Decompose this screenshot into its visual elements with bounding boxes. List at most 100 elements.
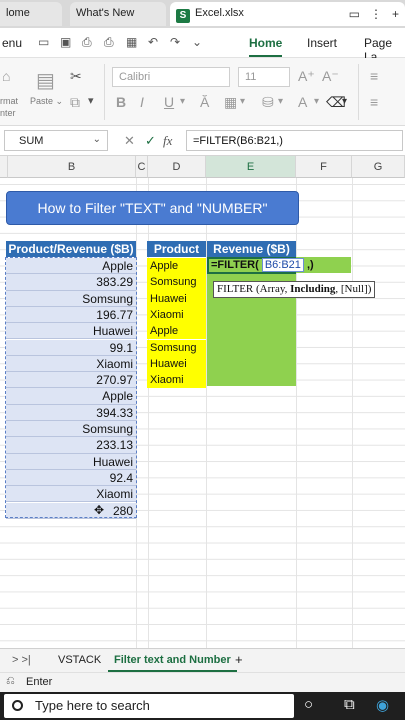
title-banner: How to Filter "TEXT" and "NUMBER"	[6, 191, 299, 225]
macro-icon[interactable]: ⎌	[6, 675, 15, 688]
italic-icon[interactable]: I	[140, 94, 144, 110]
name-box[interactable]: SUM ⌄	[4, 130, 108, 151]
column-header-c[interactable]: C	[136, 156, 148, 178]
tab-excel-file[interactable]: S Excel.xlsx ▭ ⋮ +	[170, 2, 405, 26]
active-cell-e6[interactable]: =FILTER( B6:B21 ,)	[207, 257, 314, 274]
confirm-icon[interactable]: ✓	[145, 133, 156, 149]
range-reference: B6:B21	[261, 258, 304, 272]
table-b-header[interactable]: Product/Revenue ($B)	[6, 241, 136, 257]
tab-home[interactable]: Home	[249, 36, 283, 57]
ribbon-separator	[104, 64, 105, 120]
chevron-down-icon[interactable]: ⌄	[93, 134, 101, 145]
font-color-dropdown-icon[interactable]: ▾	[314, 96, 319, 107]
copy-icon[interactable]: ⧉	[70, 94, 80, 111]
column-header-g[interactable]: G	[352, 156, 405, 178]
align-left-icon[interactable]: ≡	[370, 94, 378, 110]
column-header-f[interactable]: F	[296, 156, 352, 178]
folder-icon[interactable]: ▭	[38, 35, 49, 49]
tab-label: What's New	[76, 7, 135, 19]
table-e-header[interactable]: Revenue ($B)	[207, 241, 296, 257]
grid-line	[296, 178, 297, 648]
task-view-icon[interactable]: ⧉	[344, 696, 355, 713]
tooltip-current-arg: Including	[290, 283, 336, 295]
table-d-cell[interactable]: Somsung	[147, 274, 206, 291]
column-header-d[interactable]: D	[148, 156, 206, 178]
screen-icon[interactable]: ▭	[349, 7, 360, 21]
table-d-cell[interactable]: Huawei	[147, 355, 206, 373]
taskbar-search-input[interactable]: Type here to search	[4, 694, 294, 718]
sheet-nav-buttons[interactable]: > >|	[12, 654, 31, 666]
decrease-font-icon[interactable]: A⁻	[322, 68, 339, 85]
paste-icon[interactable]: ▤	[36, 68, 55, 93]
font-name-select[interactable]: Calibri	[112, 67, 230, 87]
fill-dropdown-icon[interactable]: ▾	[278, 96, 283, 107]
formula-suffix: ,)	[303, 259, 314, 271]
paste-text: Paste	[30, 96, 54, 106]
name-box-value: SUM	[19, 135, 44, 147]
export-icon[interactable]: ⎙	[82, 35, 92, 50]
grid-line	[352, 178, 353, 648]
add-sheet-button[interactable]: +	[235, 652, 243, 667]
cut-icon[interactable]: ✂	[70, 68, 82, 85]
tooltip-suffix: , [Null])	[335, 283, 372, 295]
taskbar: Type here to search ○ ⧉ ◉	[0, 692, 405, 720]
status-mode: Enter	[26, 676, 53, 688]
increase-font-icon[interactable]: A⁺	[298, 68, 315, 85]
borders-icon[interactable]: ▦	[224, 94, 237, 111]
tab-label: lome	[6, 7, 30, 19]
table-d-cell[interactable]: Xiaomi	[147, 372, 206, 389]
function-tooltip: FILTER (Array, Including, [Null])	[213, 281, 375, 298]
sheet-tab-bar: > >| VSTACK Filter text and Number +	[0, 648, 405, 672]
sheet-tab-filter[interactable]: Filter text and Number	[108, 654, 237, 672]
strikethrough-icon[interactable]: Ă	[200, 94, 209, 110]
formula-input[interactable]: =FILTER(B6:B21,)	[186, 130, 403, 151]
ribbon-tab-bar: enu ▭ ▣ ⎙ ⎙ ▦ ↶ ↷ ⌄ Home Insert Page La	[0, 28, 405, 64]
borders-dropdown-icon[interactable]: ▾	[240, 96, 245, 107]
spreadsheet-app-icon: S	[176, 9, 190, 23]
more-icon[interactable]: ⋮	[370, 7, 382, 21]
table-d-cell[interactable]: Somsung	[147, 339, 206, 356]
paste-label[interactable]: Paste ⌄	[30, 96, 63, 107]
new-tab-icon[interactable]: +	[392, 7, 399, 21]
preview-icon[interactable]: ▦	[126, 35, 137, 49]
table-d-header[interactable]: Product	[147, 241, 206, 257]
ribbon-separator	[358, 64, 359, 120]
align-top-icon[interactable]: ≡	[370, 68, 378, 84]
undo-icon[interactable]: ↶	[148, 35, 158, 49]
table-d-cell[interactable]: Huawei	[147, 290, 206, 307]
fill-color-icon[interactable]: ⛁	[262, 94, 274, 111]
tab-insert[interactable]: Insert	[307, 36, 337, 50]
format-painter-label-2: nter	[0, 108, 16, 118]
table-d-cell[interactable]: Apple	[147, 258, 206, 275]
tab-home[interactable]: lome	[0, 2, 62, 26]
search-icon	[12, 700, 23, 711]
formula-bar: SUM ⌄ ✕ ✓ fx =FILTER(B6:B21,)	[0, 126, 405, 156]
redo-icon[interactable]: ↷	[170, 35, 180, 49]
cancel-icon[interactable]: ✕	[124, 133, 135, 149]
copy-range-marquee	[5, 257, 137, 518]
column-header-b[interactable]: B	[8, 156, 136, 178]
corner-cell[interactable]	[0, 156, 8, 178]
table-d-cell[interactable]: Xiaomi	[147, 306, 206, 324]
chevron-down-icon[interactable]: ⌄	[192, 35, 202, 49]
browser-tab-strip: lome What's New S Excel.xlsx ▭ ⋮ +	[0, 0, 405, 28]
cortana-icon[interactable]: ○	[304, 696, 313, 713]
insert-function-icon[interactable]: fx	[163, 133, 172, 149]
format-painter-icon[interactable]: ⌂	[2, 68, 10, 84]
copy-dropdown-icon[interactable]: ▾	[88, 94, 94, 107]
underline-icon[interactable]: U	[164, 94, 174, 110]
underline-dropdown-icon[interactable]: ▾	[180, 96, 185, 107]
eraser-dropdown-icon[interactable]: ▾	[342, 96, 347, 107]
ribbon-toolbar: ⌂ rmat nter ▤ Paste ⌄ ✂ ⧉ ▾ Calibri 11 A…	[0, 58, 405, 126]
font-size-select[interactable]: 11	[238, 67, 290, 87]
save-icon[interactable]: ▣	[60, 35, 71, 49]
tab-menu[interactable]: enu	[2, 36, 22, 50]
font-color-icon[interactable]: A	[298, 94, 307, 110]
edge-browser-icon[interactable]: ◉	[376, 696, 389, 714]
column-header-e[interactable]: E	[206, 156, 296, 178]
print-icon[interactable]: ⎙	[104, 35, 114, 50]
tab-whats-new[interactable]: What's New	[70, 2, 166, 26]
table-d-cell[interactable]: Apple	[147, 323, 206, 340]
bold-icon[interactable]: B	[116, 94, 126, 110]
sheet-tab-vstack[interactable]: VSTACK	[58, 654, 101, 666]
